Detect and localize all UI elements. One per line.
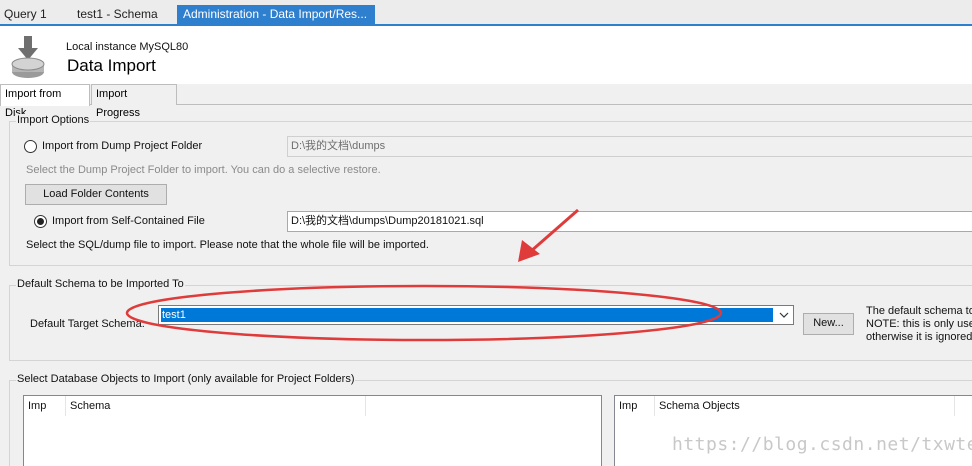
self-contained-radio[interactable] bbox=[34, 215, 47, 228]
connection-name: Local instance MySQL80 bbox=[66, 41, 189, 53]
tab-label: Administration - Data Import/Res... bbox=[183, 7, 368, 21]
tab-label: test1 - Schema bbox=[77, 7, 158, 21]
schema-note-line-1: The default schema to bbox=[866, 305, 972, 317]
schema-objects-list[interactable]: Imp Schema Objects bbox=[614, 395, 972, 466]
dump-folder-radio[interactable] bbox=[24, 140, 37, 153]
column-header-imp[interactable]: Imp bbox=[24, 396, 66, 416]
tab-label: Query 1 bbox=[4, 7, 47, 21]
import-options-title: Import Options bbox=[16, 114, 91, 126]
schema-list[interactable]: Imp Schema bbox=[23, 395, 602, 466]
inner-tab-bar: Import from Disk Import Progress bbox=[0, 84, 972, 119]
watermark: https://blog.csdn.net/txwtech bbox=[672, 434, 972, 455]
column-header-schema-objects[interactable]: Schema Objects bbox=[655, 396, 955, 416]
page-title: Data Import bbox=[67, 56, 156, 75]
tab-query-1[interactable]: Query 1 bbox=[0, 5, 70, 24]
self-contained-hint: Select the SQL/dump file to import. Plea… bbox=[26, 239, 429, 251]
column-header-imp[interactable]: Imp bbox=[615, 396, 655, 416]
schema-note-line-2: NOTE: this is only used bbox=[866, 318, 972, 330]
new-schema-button[interactable]: New... bbox=[803, 313, 854, 335]
tab-label: Import Progress bbox=[96, 88, 141, 119]
tab-import-progress[interactable]: Import Progress bbox=[91, 84, 177, 119]
tab-test1-schema[interactable]: test1 - Schema bbox=[73, 5, 173, 24]
selected-schema-value: test1 bbox=[161, 308, 773, 322]
tab-import-from-disk[interactable]: Import from Disk bbox=[0, 84, 90, 119]
self-contained-label: Import from Self-Contained File bbox=[52, 215, 205, 227]
load-folder-contents-button[interactable]: Load Folder Contents bbox=[25, 184, 167, 205]
column-header-schema[interactable]: Schema bbox=[66, 396, 366, 416]
tab-data-import[interactable]: Administration - Data Import/Res... ✕ bbox=[177, 5, 375, 40]
dump-folder-hint: Select the Dump Project Folder to import… bbox=[26, 164, 381, 176]
default-target-schema-label: Default Target Schema: bbox=[30, 318, 145, 330]
chevron-down-icon[interactable] bbox=[775, 306, 793, 324]
dump-folder-path-field[interactable]: D:\我的文档\dumps bbox=[287, 136, 972, 157]
default-schema-title: Default Schema to be Imported To bbox=[16, 278, 185, 290]
document-tab-bar: Query 1 test1 - Schema Administration - … bbox=[0, 0, 972, 40]
schema-note-line-3: otherwise it is ignored. bbox=[866, 331, 972, 343]
objects-title: Select Database Objects to Import (only … bbox=[16, 373, 356, 385]
dump-folder-label: Import from Dump Project Folder bbox=[42, 140, 203, 152]
default-target-schema-select[interactable]: test1 bbox=[158, 305, 794, 325]
import-icon bbox=[11, 36, 45, 78]
self-contained-path-field[interactable]: D:\我的文档\dumps\Dump20181021.sql bbox=[287, 211, 972, 232]
page-header: Local instance MySQL80 Data Import bbox=[0, 26, 972, 84]
